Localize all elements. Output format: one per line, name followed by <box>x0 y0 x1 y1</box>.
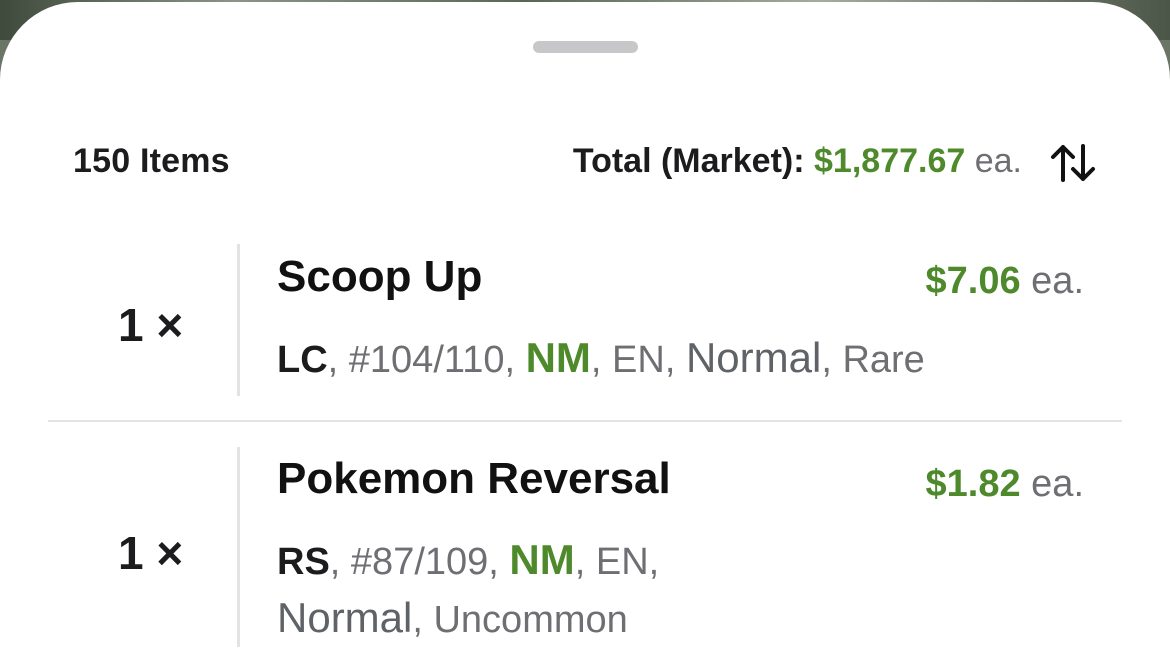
sheet-drag-handle[interactable] <box>533 41 638 53</box>
item-language: EN <box>612 339 665 381</box>
swap-vertical-icon <box>1051 144 1095 182</box>
item-rarity: Uncommon <box>433 599 628 641</box>
item-quantity: 1 × <box>118 299 184 351</box>
bottom-sheet: 150 Items Total (Market): $1,877.67 ea. … <box>0 2 1170 662</box>
item-price-suffix: ea. <box>1031 260 1084 302</box>
item-rarity: Rare <box>842 339 925 381</box>
item-price: $7.06 ea. <box>926 260 1084 303</box>
item-language: EN <box>595 541 649 583</box>
item-set: LC <box>277 339 328 381</box>
item-details: RS, #87/109, NM, EN, Normal, Uncommon <box>277 536 660 641</box>
row-separator <box>48 420 1122 422</box>
item-number: #87/109 <box>350 541 489 583</box>
item-quantity: 1 × <box>118 527 184 579</box>
item-set: RS <box>277 541 330 583</box>
item-count: 150 Items <box>73 142 230 180</box>
item-details: LC, #104/110, NM, EN, Normal, Rare <box>277 334 925 381</box>
item-divider <box>237 244 240 396</box>
item-name: Scoop Up <box>277 252 483 301</box>
sort-toggle-button[interactable] <box>1049 142 1099 184</box>
item-divider <box>237 447 240 647</box>
item-condition: NM <box>509 536 575 583</box>
item-finish: Normal <box>277 594 413 641</box>
item-price-value: $1.82 <box>925 463 1021 505</box>
item-finish: Normal <box>685 334 822 381</box>
item-price: $1.82 ea. <box>926 463 1084 506</box>
item-condition: NM <box>525 334 591 381</box>
item-number: #104/110 <box>348 339 505 381</box>
total-value: $1,877.67 <box>814 142 966 180</box>
total-suffix: ea. <box>974 142 1022 180</box>
item-name: Pokemon Reversal <box>277 454 671 503</box>
total-label: Total (Market): <box>572 142 805 180</box>
market-total: Total (Market): $1,877.67 ea. <box>573 142 1022 181</box>
item-price-suffix: ea. <box>1031 463 1084 505</box>
item-price-value: $7.06 <box>925 260 1021 302</box>
